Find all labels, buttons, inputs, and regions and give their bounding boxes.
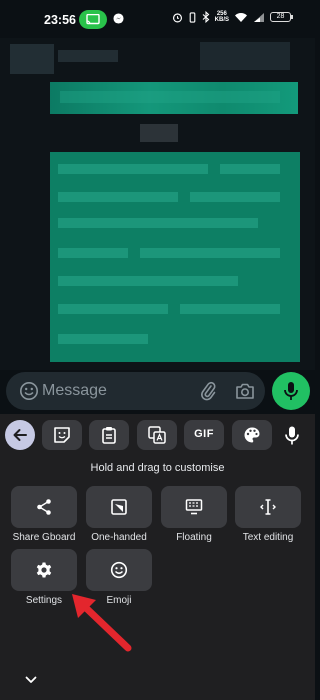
- status-time: 23:56: [44, 13, 76, 27]
- messenger-icon: [113, 13, 124, 24]
- share-icon: [37, 499, 51, 515]
- obscured-contact-avatar: [10, 44, 54, 74]
- emoji-button-icon[interactable]: [19, 381, 39, 401]
- annotation-arrow-icon: [72, 594, 132, 652]
- system-status-icons: 256 KB/S 28: [172, 11, 293, 23]
- pixel-block: [58, 192, 178, 202]
- translate-button[interactable]: [137, 420, 177, 450]
- message-input[interactable]: Message: [6, 372, 265, 410]
- mic-icon: [284, 382, 298, 400]
- voice-typing-icon[interactable]: [285, 426, 299, 446]
- pixel-block: [58, 218, 258, 228]
- sticker-button[interactable]: [42, 420, 82, 450]
- sticker-icon: [54, 427, 70, 443]
- pixel-block: [58, 334, 148, 344]
- message-bubble-obscured: [50, 152, 300, 362]
- vibrate-icon: [189, 11, 195, 23]
- pixel-block: [180, 304, 280, 314]
- translate-icon: [148, 426, 166, 444]
- one-handed-icon: [111, 499, 127, 515]
- theme-button[interactable]: [232, 420, 272, 450]
- pixel-block: [58, 248, 128, 258]
- wifi-icon: [235, 12, 247, 22]
- floating-keyboard-icon: [185, 499, 203, 515]
- gear-icon: [36, 562, 52, 578]
- tile-label: Text editing: [242, 532, 294, 543]
- message-composer: Message: [0, 370, 315, 412]
- chat-area-obscured: [0, 38, 315, 370]
- chevron-down-icon[interactable]: [25, 676, 37, 684]
- pixel-block: [220, 164, 280, 174]
- gif-label: GIF: [194, 428, 214, 440]
- obscured-header-actions: [200, 42, 290, 70]
- alarm-icon: [172, 12, 182, 22]
- pixel-block: [140, 248, 280, 258]
- clipboard-icon: [102, 427, 116, 444]
- emoji-tile[interactable]: [86, 549, 152, 591]
- text-cursor-icon: [260, 499, 276, 515]
- customise-hint: Hold and drag to customise: [90, 462, 225, 474]
- one-handed-tile[interactable]: [86, 486, 152, 528]
- voice-message-button[interactable]: [272, 372, 310, 410]
- camera-icon[interactable]: [235, 382, 255, 400]
- attach-icon[interactable]: [199, 381, 217, 401]
- bluetooth-icon: [202, 11, 209, 23]
- settings-tile[interactable]: [11, 549, 77, 591]
- network-speed: 256 KB/S: [214, 11, 229, 23]
- battery-indicator: 28: [270, 12, 293, 22]
- pixel-block: [190, 192, 280, 202]
- pixel-block: [58, 164, 208, 174]
- message-placeholder: Message: [42, 382, 107, 399]
- gboard-toolbar: GIF: [0, 418, 315, 450]
- arrow-left-icon: [13, 429, 27, 441]
- text-editing-tile[interactable]: [235, 486, 301, 528]
- palette-icon: [244, 427, 260, 443]
- obscured-contact-name: [58, 50, 118, 62]
- signal-icon: [254, 12, 264, 22]
- pixel-block: [58, 304, 168, 314]
- status-bar: 23:56 256 KB/S 28: [0, 0, 315, 38]
- back-button[interactable]: [5, 420, 35, 450]
- cast-icon: [86, 14, 100, 25]
- pixel-block: [58, 276, 238, 286]
- screen-cast-indicator: [79, 10, 107, 29]
- gboard-panel: GIF Hold and drag to customise Share Gbo…: [0, 414, 315, 700]
- date-chip-obscured: [140, 124, 178, 142]
- share-gboard-tile[interactable]: [11, 486, 77, 528]
- message-bubble-obscured: [50, 82, 298, 114]
- gif-button[interactable]: GIF: [184, 420, 224, 450]
- smiley-icon: [110, 561, 128, 579]
- floating-tile[interactable]: [161, 486, 227, 528]
- clipboard-button[interactable]: [89, 420, 129, 450]
